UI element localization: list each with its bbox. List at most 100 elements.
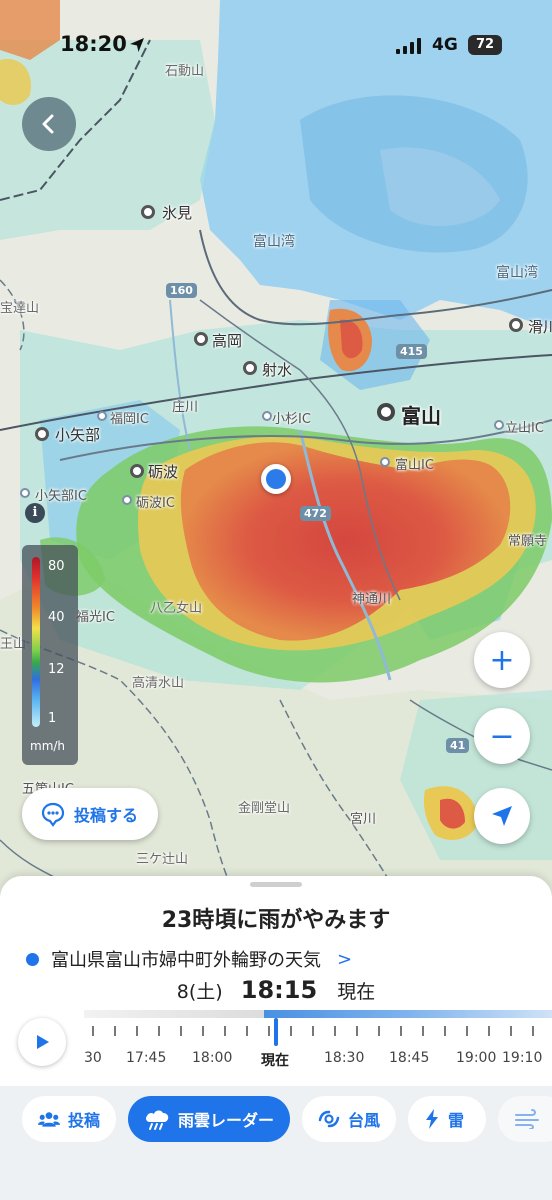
map-label-yatomeyama: 八乙女山	[150, 601, 203, 616]
map-label-tonami: 砺波	[148, 463, 179, 481]
map-label-toyama: 富山	[401, 404, 441, 428]
legend-color-bar	[32, 557, 40, 727]
status-bar: 18:20 4G 72	[0, 0, 552, 90]
timeline-tick	[488, 1026, 490, 1036]
current-time-row: 8(土) 18:15 現在	[0, 976, 552, 1004]
cellular-signal-icon	[396, 38, 421, 54]
route-shield-415: 415	[396, 344, 427, 359]
timeline-tick	[180, 1026, 182, 1036]
screen: 石動山 氷見 富山湾 富山湾 160 415 472 41 宝達山 高岡 射水 …	[0, 0, 552, 1200]
tab-rain-radar[interactable]: 雨雲レーダー	[128, 1096, 290, 1142]
forecast-headline: 23時頃に雨がやみます	[161, 908, 391, 933]
city-marker-himi	[141, 205, 155, 219]
map-label-tonami-ic: 砺波IC	[136, 496, 175, 511]
current-location-marker	[261, 464, 291, 494]
map-label-oyabe: 小矢部	[55, 426, 101, 444]
time-date: 8(土)	[176, 981, 223, 1003]
legend-tick-1: 1	[48, 711, 57, 726]
tab-post[interactable]: 投稿	[22, 1096, 116, 1142]
zoom-out-button[interactable]: −	[474, 708, 530, 764]
timeline-tick	[378, 1026, 380, 1036]
timeline-tick	[290, 1026, 292, 1036]
timeline-tick	[114, 1026, 116, 1036]
time-clock: 18:15	[240, 976, 318, 1004]
timeline-tick	[334, 1026, 336, 1036]
post-bubble-icon	[41, 802, 65, 827]
time-now-label: 現在	[337, 981, 376, 1003]
map-label-fukumitsu-ic: 福光IC	[76, 610, 115, 625]
timeline-tick	[312, 1026, 314, 1036]
timeline-tick	[532, 1026, 534, 1036]
route-shield-41: 41	[446, 738, 470, 753]
map-label-takashozu: 高清水山	[132, 676, 185, 691]
ic-marker-toyama	[380, 457, 390, 467]
city-marker-takaoka	[194, 332, 208, 346]
location-link[interactable]: 富山県富山市婦中町外輪野の天気 >	[26, 946, 352, 972]
map-label-takaoka: 高岡	[212, 332, 243, 350]
map-label-oyabe-ic: 小矢部IC	[35, 489, 87, 504]
city-marker-imizu	[243, 361, 257, 375]
legend-tick-12: 12	[48, 662, 65, 677]
ic-marker-oyabe	[20, 488, 30, 498]
map-label-namerikawa: 滑川	[528, 318, 552, 336]
current-location-button[interactable]	[474, 788, 530, 844]
map-label-himi: 氷見	[162, 204, 193, 222]
city-marker-toyama	[377, 403, 395, 421]
timeline-label-now: 現在	[261, 1053, 289, 1069]
timeline-slider[interactable]: 30 17:45 18:00 現在 18:30 18:45 19:00 19:1…	[84, 1010, 552, 1080]
tab-typhoon[interactable]: 台風	[302, 1096, 396, 1142]
map-label-toyamawan-2: 富山湾	[496, 265, 538, 281]
map-label-toyamawan: 富山湾	[253, 234, 295, 250]
tab-thunder[interactable]: 雷	[408, 1096, 486, 1142]
map-label-jinzugawa: 神通川	[352, 592, 392, 607]
timeline-tick	[224, 1026, 226, 1036]
legend-tick-40: 40	[48, 610, 65, 625]
route-shield-472: 472	[300, 506, 331, 521]
tab-thunder-label: 雷	[448, 1111, 465, 1130]
timeline-label: 18:30	[324, 1050, 365, 1066]
play-button[interactable]	[18, 1018, 66, 1066]
location-dot-icon	[26, 952, 39, 966]
route-shield-160: 160	[166, 283, 197, 298]
back-button[interactable]	[22, 97, 76, 151]
timeline-tick	[92, 1026, 94, 1036]
rain-radar-map[interactable]: 石動山 氷見 富山湾 富山湾 160 415 472 41 宝達山 高岡 射水 …	[0, 0, 552, 901]
wind-icon	[515, 1109, 539, 1129]
tab-rain-radar-label: 雨雲レーダー	[177, 1111, 274, 1130]
map-label-jouganji: 常願寺	[508, 534, 548, 549]
navigation-arrow-icon	[492, 806, 512, 826]
timeline-label: 17:45	[126, 1050, 167, 1066]
zoom-in-button[interactable]: +	[474, 632, 530, 688]
map-label-mikatsuji: 三ケ辻山	[136, 852, 189, 867]
rain-intensity-legend: 80 40 12 1 mm/h	[22, 545, 78, 765]
map-label-tateyama-ic: 立山IC	[505, 421, 544, 436]
timeline-cursor[interactable]	[274, 1018, 278, 1046]
timeline-tick	[444, 1026, 446, 1036]
battery-indicator: 72	[468, 35, 502, 55]
timeline-tick	[136, 1026, 138, 1036]
location-name: 富山県富山市婦中町外輪野の天気	[51, 950, 321, 971]
network-type: 4G	[432, 35, 458, 55]
timeline-tick	[268, 1026, 270, 1036]
map-label-shosen: 庄川	[172, 400, 199, 415]
city-marker-namerikawa	[509, 318, 523, 332]
tab-wind[interactable]	[498, 1096, 552, 1142]
typhoon-icon	[318, 1110, 340, 1128]
post-report-button[interactable]: 投稿する	[22, 788, 158, 840]
chevron-left-icon	[42, 114, 54, 134]
sheet-drag-handle[interactable]	[250, 882, 302, 887]
info-icon[interactable]: i	[25, 503, 45, 523]
timeline-label: 19:10	[502, 1050, 543, 1066]
forecast-sheet: 23時頃に雨がやみます 富山県富山市婦中町外輪野の天気 > 8(土) 18:15…	[0, 876, 552, 1086]
timeline-tick	[466, 1026, 468, 1036]
timeline-label: 18:00	[192, 1050, 233, 1066]
timeline-track-future	[264, 1010, 552, 1018]
map-label-miyagawa: 宮川	[350, 812, 377, 827]
ic-marker-tateyama	[494, 420, 504, 430]
tab-typhoon-label: 台風	[347, 1111, 380, 1130]
minus-icon: −	[489, 718, 515, 754]
play-icon	[37, 1035, 49, 1049]
map-label-imizu: 射水	[262, 361, 293, 379]
legend-tick-80: 80	[48, 559, 65, 574]
ic-marker-kosugi	[262, 411, 272, 421]
